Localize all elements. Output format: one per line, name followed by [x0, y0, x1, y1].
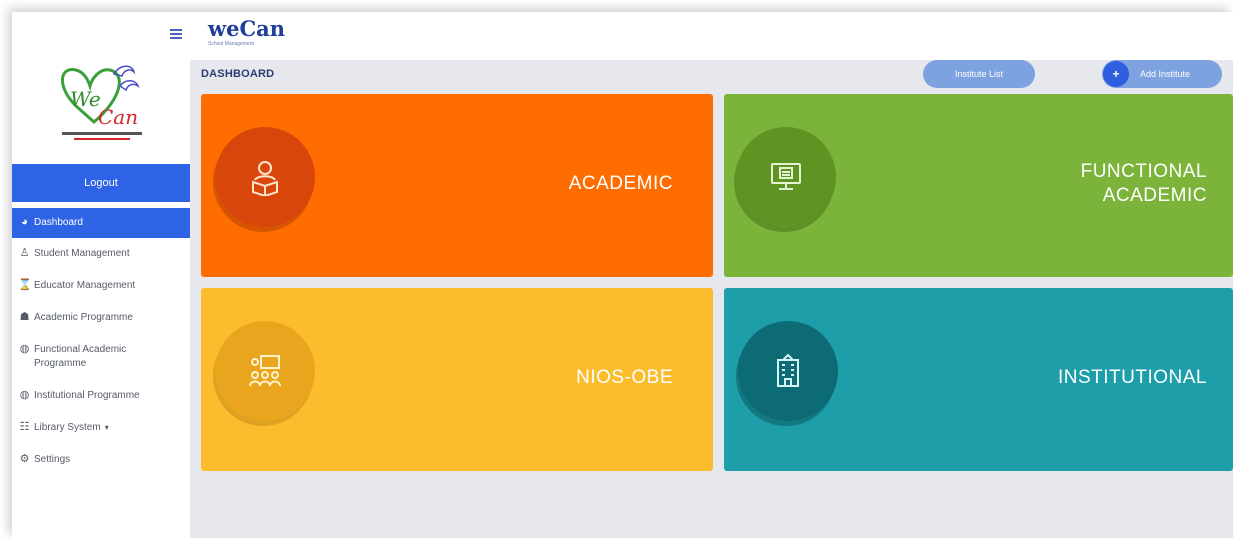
card-functional-academic[interactable]: FUNCTIONAL ACADEMIC: [724, 94, 1233, 277]
sidebar-item-dashboard[interactable]: ◕ Dashboard: [12, 208, 190, 238]
building-icon: [738, 321, 838, 421]
card-nios-obe-label: NIOS-OBE: [576, 367, 673, 388]
sidebar-item-educator-management[interactable]: ⌛ Educator Management: [12, 270, 190, 302]
app-frame: We Can Logout ◕ Dashboard ♙ Student Mana…: [0, 0, 1233, 538]
sidebar-item-student-management[interactable]: ♙ Student Management: [12, 238, 190, 270]
svg-text:Can: Can: [98, 105, 138, 129]
sidebar: We Can Logout ◕ Dashboard ♙ Student Mana…: [12, 12, 190, 538]
sidebar-item-functional-academic-programme[interactable]: ◍ Functional Academic Programme: [12, 334, 190, 380]
plus-icon: +: [1103, 61, 1129, 87]
sidebar-item-label: Educator Management: [34, 280, 136, 291]
chevron-down-icon: ▾: [104, 423, 109, 432]
sidebar-item-library-system[interactable]: ☷ Library System ▾: [12, 412, 190, 444]
library-icon: ☷: [19, 421, 30, 433]
classroom-icon: [215, 321, 315, 421]
globe-icon: ◍: [19, 389, 30, 401]
computer-icon: [736, 127, 836, 227]
brand: weCan School Management: [208, 16, 286, 48]
app-window: We Can Logout ◕ Dashboard ♙ Student Mana…: [12, 12, 1233, 538]
institute-list-button[interactable]: Institute List: [923, 60, 1035, 88]
add-institute-button[interactable]: + Add Institute: [1102, 60, 1222, 88]
svg-text:We: We: [70, 87, 101, 111]
sidebar-item-academic-programme[interactable]: ☗ Academic Programme: [12, 302, 190, 334]
top-header: weCan School Management: [190, 12, 1233, 60]
hamburger-menu-icon[interactable]: [170, 28, 184, 40]
add-institute-label: Add Institute: [1140, 69, 1191, 79]
sidebar-item-label: Settings: [34, 454, 71, 465]
sidebar-item-institutional-programme[interactable]: ◍ Institutional Programme: [12, 380, 190, 412]
card-institutional-label: INSTITUTIONAL: [1057, 367, 1207, 388]
sidebar-item-label: Library System: [34, 422, 101, 433]
sidebar-item-label: Dashboard: [34, 217, 83, 228]
sidebar-item-settings[interactable]: ⚙ Settings: [12, 444, 190, 476]
page-title: DASHBOARD: [201, 68, 275, 80]
card-functional-academic-label: FUNCTIONAL ACADEMIC: [1080, 161, 1207, 206]
graduation-cap-icon: ☗: [19, 311, 30, 323]
card-academic[interactable]: ACADEMIC: [201, 94, 713, 277]
sidebar-item-label: Institutional Programme: [34, 390, 140, 401]
sidebar-item-label: Academic Programme: [34, 312, 133, 323]
sidebar-nav: ◕ Dashboard ♙ Student Management ⌛ Educa…: [12, 208, 190, 476]
card-nios-obe[interactable]: NIOS-OBE: [201, 288, 713, 471]
student-reading-icon: [215, 127, 315, 227]
educator-icon: ⌛: [18, 279, 32, 291]
sidebar-item-label: Functional Academic Programme: [34, 344, 127, 369]
brand-subtitle: School Management: [208, 41, 254, 47]
student-icon: ♙: [19, 247, 30, 259]
card-institutional[interactable]: INSTITUTIONAL: [724, 288, 1233, 471]
globe-icon: ◍: [19, 343, 30, 355]
brand-name: weCan: [208, 16, 286, 41]
wecan-logo: We Can: [42, 56, 160, 152]
logout-button[interactable]: Logout: [12, 164, 190, 202]
card-academic-label: ACADEMIC: [568, 173, 673, 194]
dashboard-icon: ◕: [21, 216, 28, 228]
sidebar-item-label: Student Management: [34, 248, 130, 259]
gear-icon: ⚙: [19, 453, 30, 465]
